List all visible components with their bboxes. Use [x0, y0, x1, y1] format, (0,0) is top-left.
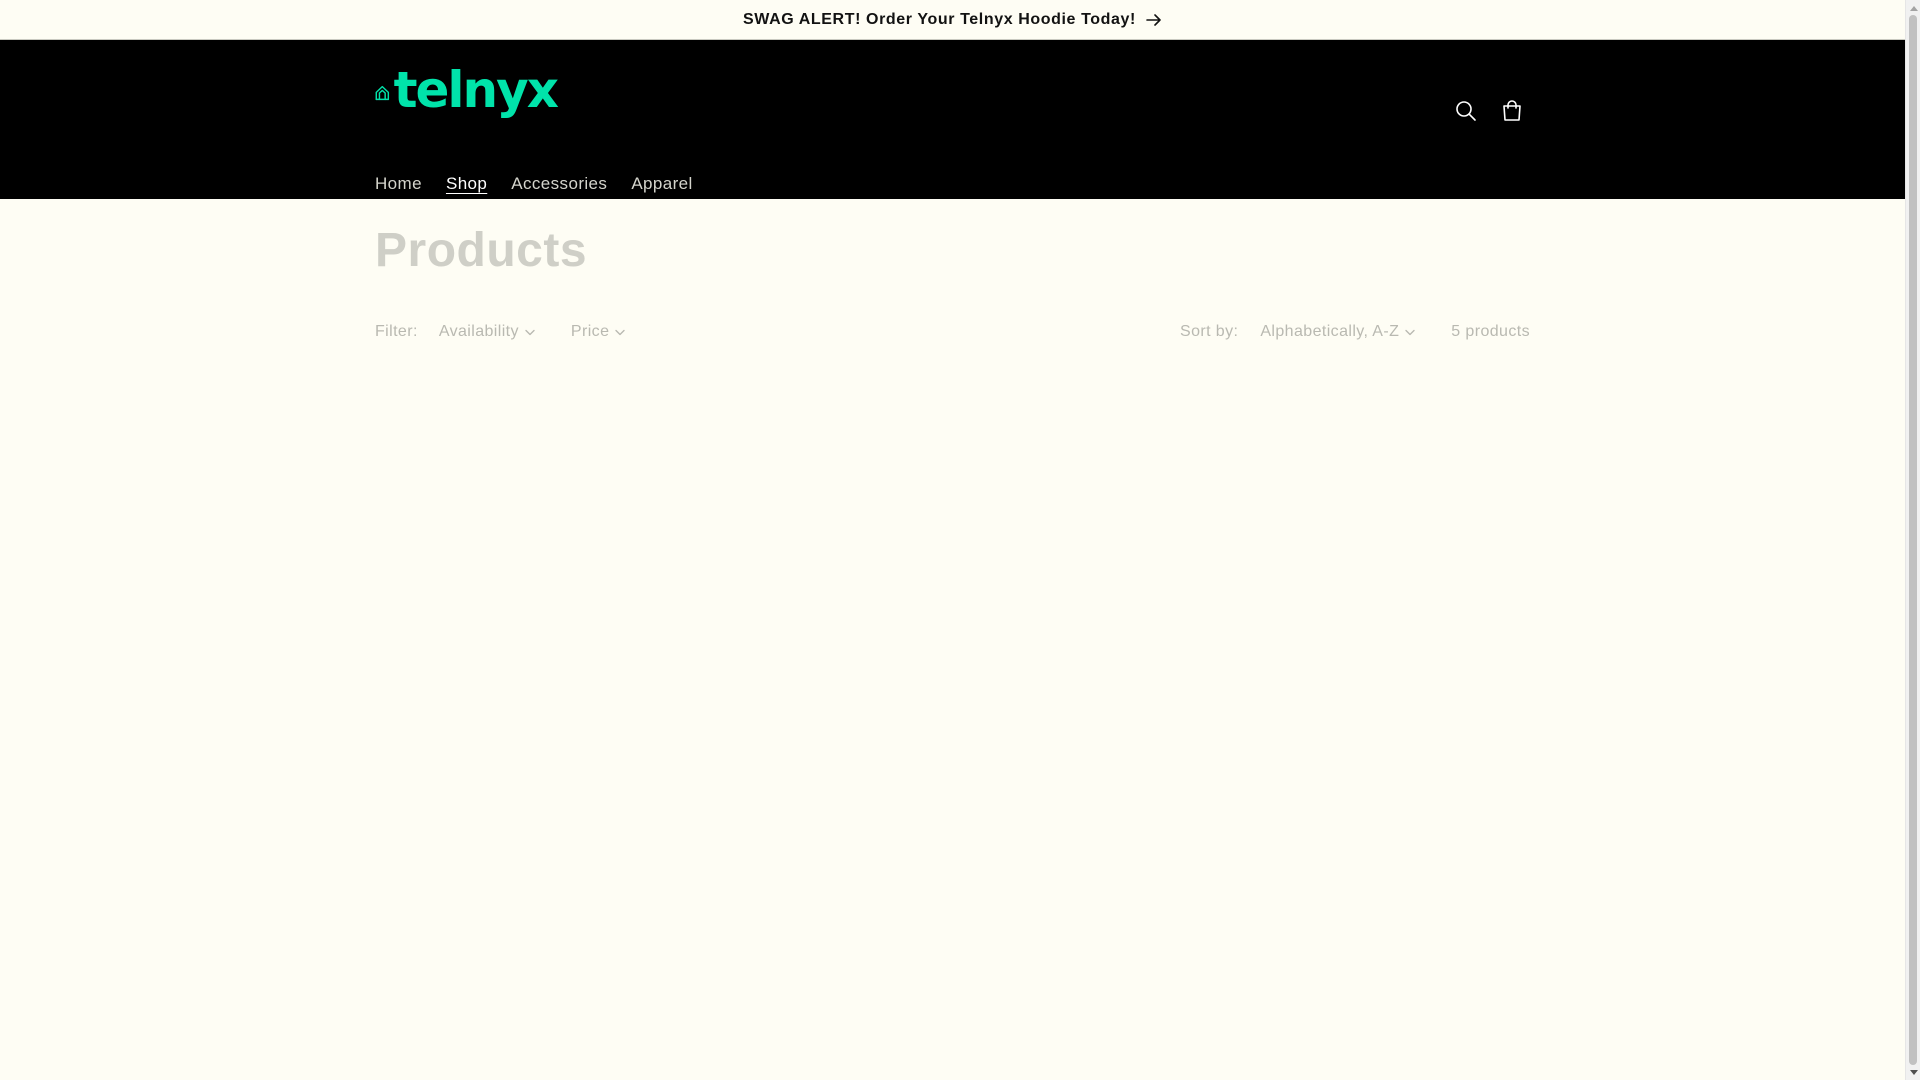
telnyx-logo[interactable]: telnyx: [375, 61, 559, 119]
nav-item-accessories[interactable]: Accessories: [499, 172, 619, 196]
main-nav: Home Shop Accessories Apparel: [375, 174, 705, 196]
logo-wordmark: telnyx: [393, 61, 559, 119]
header-actions: [1448, 93, 1530, 129]
filter-label: Filter:: [375, 323, 418, 340]
chevron-down-icon: [525, 329, 535, 335]
sort-dropdown[interactable]: Alphabetically, A-Z: [1260, 323, 1415, 341]
nav-item-apparel[interactable]: Apparel: [619, 172, 704, 196]
page: SWAG ALERT! Order Your Telnyx Hoodie Tod…: [0, 0, 1920, 1080]
cart-icon: [1503, 100, 1521, 121]
nav-item-home[interactable]: Home: [375, 172, 434, 196]
page-title: Products: [375, 224, 588, 277]
telnyx-logo-mark-icon: [375, 85, 390, 101]
facet-toolbar: Filter: Availability Price Sort by: Alph…: [375, 320, 1530, 344]
scroll-up-arrow-icon[interactable]: [1906, 0, 1920, 15]
search-button[interactable]: [1448, 93, 1484, 129]
vertical-scrollbar[interactable]: [1905, 0, 1920, 1080]
announcement-bar[interactable]: SWAG ALERT! Order Your Telnyx Hoodie Tod…: [0, 0, 1905, 40]
chevron-down-icon: [615, 329, 626, 335]
scroll-down-arrow-icon[interactable]: [1906, 1065, 1920, 1080]
filter-availability-label: Availability: [438, 323, 519, 340]
sort-value: Alphabetically, A-Z: [1260, 323, 1400, 340]
header-inner: telnyx Home Shop Accessories Apparel: [375, 40, 1530, 199]
filter-price-label: Price: [570, 323, 610, 340]
cart-button[interactable]: [1494, 93, 1530, 129]
main-content: Products Filter: Availability Price Sort…: [375, 199, 1530, 341]
scrollbar-thumb[interactable]: [1909, 15, 1917, 1065]
arrow-right-icon: [1146, 13, 1161, 26]
site-header: telnyx Home Shop Accessories Apparel: [0, 40, 1905, 199]
search-icon: [1456, 101, 1476, 121]
chevron-down-icon: [1405, 329, 1415, 335]
filter-availability-dropdown[interactable]: Availability: [439, 323, 535, 341]
filter-price-dropdown[interactable]: Price: [570, 323, 626, 341]
nav-item-shop[interactable]: Shop: [434, 172, 499, 196]
announcement-text: SWAG ALERT! Order Your Telnyx Hoodie Tod…: [743, 10, 1136, 28]
product-count: 5 products: [1451, 323, 1530, 340]
sort-label: Sort by:: [1180, 323, 1239, 340]
viewport: SWAG ALERT! Order Your Telnyx Hoodie Tod…: [0, 0, 1905, 1080]
